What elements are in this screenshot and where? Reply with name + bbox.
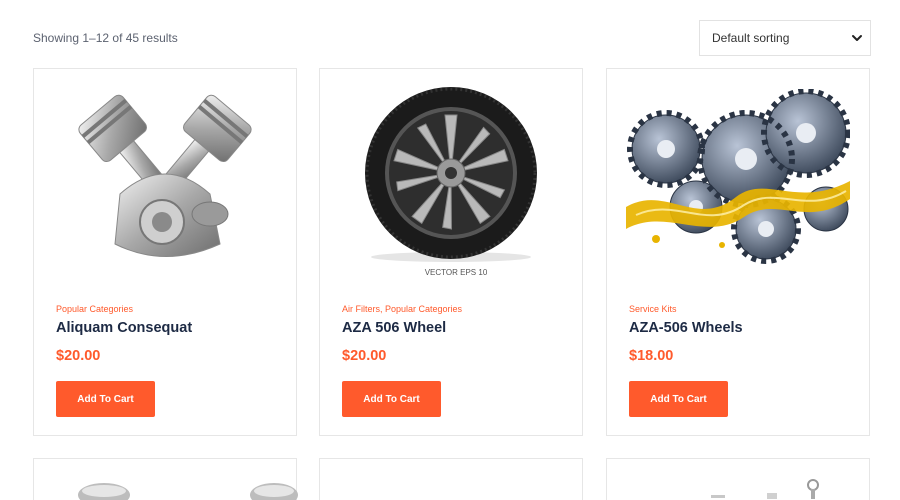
product-categories[interactable]: Air Filters, Popular Categories <box>342 304 462 314</box>
shop-toolbar: Showing 1–12 of 45 results Default sorti… <box>33 20 871 56</box>
product-card: Popular Categories Aliquam Consequat $20… <box>33 68 297 436</box>
image-caption: VECTOR EPS 10 <box>425 268 488 277</box>
product-image-partial[interactable] <box>607 459 871 500</box>
product-image-partial[interactable] <box>34 459 298 500</box>
product-card: Service Kits AZA-506 Wheels $18.00 Add T… <box>606 68 870 436</box>
product-card: VECTOR EPS 10 Air Filters, Popular Categ… <box>319 68 583 436</box>
chevron-down-icon <box>852 35 862 41</box>
product-card-partial <box>606 458 870 500</box>
sort-selected-value: Default sorting <box>712 31 790 45</box>
product-card-partial <box>33 458 298 500</box>
product-price: $20.00 <box>342 348 387 364</box>
product-title[interactable]: Aliquam Consequat <box>56 320 192 336</box>
sort-dropdown[interactable]: Default sorting <box>699 20 871 56</box>
add-to-cart-button[interactable]: Add To Cart <box>56 381 155 417</box>
gears-oil-image <box>626 89 850 264</box>
product-price: $20.00 <box>56 348 101 364</box>
engine-pistons-image <box>78 94 252 257</box>
product-image[interactable] <box>607 69 869 289</box>
product-categories[interactable]: Popular Categories <box>56 304 133 314</box>
product-title[interactable]: AZA 506 Wheel <box>342 320 446 336</box>
wheel-tire-image: VECTOR EPS 10 <box>365 87 537 277</box>
product-card-partial <box>319 458 583 500</box>
product-image[interactable] <box>34 69 296 289</box>
add-to-cart-button[interactable]: Add To Cart <box>342 381 441 417</box>
add-to-cart-button[interactable]: Add To Cart <box>629 381 728 417</box>
result-count: Showing 1–12 of 45 results <box>33 31 178 45</box>
product-title[interactable]: AZA-506 Wheels <box>629 320 743 336</box>
product-categories[interactable]: Service Kits <box>629 304 677 314</box>
product-price: $18.00 <box>629 348 674 364</box>
product-image[interactable]: VECTOR EPS 10 <box>320 69 582 289</box>
